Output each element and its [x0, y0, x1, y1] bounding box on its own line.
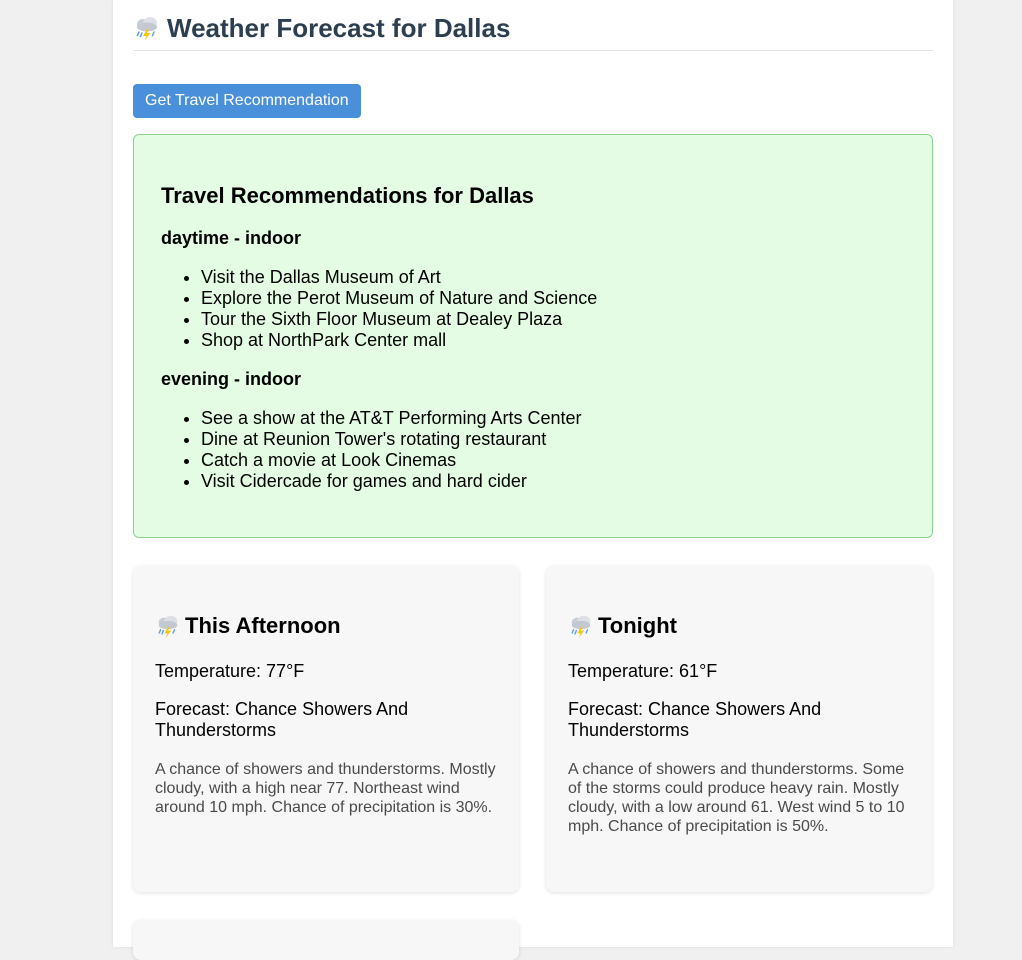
list-item: See a show at the AT&T Performing Arts C… — [201, 408, 582, 429]
recommendations-title: Travel Recommendations for Dallas — [161, 183, 534, 208]
forecast-card-title: This Afternoon — [155, 612, 341, 640]
get-travel-recommendation-button[interactable]: Get Travel Recommendation — [133, 84, 361, 118]
forecast-summary: Forecast: Chance Showers And Thunderstor… — [568, 699, 822, 740]
forecast-period: Tonight — [598, 613, 677, 638]
forecast-card-afternoon: This Afternoon Temperature: 77°F Forecas… — [133, 566, 519, 892]
section-heading-evening: evening - indoor — [161, 369, 302, 389]
forecast-detail: A chance of showers and thunderstorms. S… — [568, 761, 905, 835]
daytime-list: Visit the Dallas Museum of Art Explore t… — [161, 267, 597, 351]
list-item: Shop at NorthPark Center mall — [201, 330, 597, 351]
list-item: Visit Cidercade for games and hard cider — [201, 471, 582, 492]
list-item: Dine at Reunion Tower's rotating restaur… — [201, 429, 582, 450]
page-header: Weather Forecast for Dallas — [133, 6, 933, 51]
page-title-text: Weather Forecast for Dallas — [167, 13, 511, 43]
list-item: Catch a movie at Look Cinemas — [201, 450, 582, 471]
forecast-temperature: Temperature: 61°F — [568, 661, 718, 681]
forecast-period: This Afternoon — [185, 613, 341, 638]
forecast-card-title: Tonight — [568, 612, 677, 640]
section-heading-daytime: daytime - indoor — [161, 228, 302, 248]
list-item: Tour the Sixth Floor Museum at Dealey Pl… — [201, 309, 597, 330]
forecast-temperature: Temperature: 77°F — [155, 661, 305, 681]
list-item: Explore the Perot Museum of Nature and S… — [201, 288, 597, 309]
forecast-card-tonight: Tonight Temperature: 61°F Forecast: Chan… — [546, 566, 932, 892]
page-title: Weather Forecast for Dallas — [133, 10, 510, 46]
thunderstorm-icon — [133, 14, 161, 42]
recommendations-panel: Travel Recommendations for Dallas daytim… — [133, 134, 933, 538]
forecast-detail: A chance of showers and thunderstorms. M… — [155, 761, 496, 816]
thunderstorm-icon — [568, 613, 594, 639]
evening-list: See a show at the AT&T Performing Arts C… — [161, 408, 582, 492]
main-container: Weather Forecast for Dallas Get Travel R… — [113, 0, 953, 960]
forecast-summary: Forecast: Chance Showers And Thunderstor… — [155, 699, 409, 740]
thunderstorm-icon — [155, 613, 181, 639]
list-item: Visit the Dallas Museum of Art — [201, 267, 597, 288]
forecast-card-partial — [133, 920, 519, 960]
